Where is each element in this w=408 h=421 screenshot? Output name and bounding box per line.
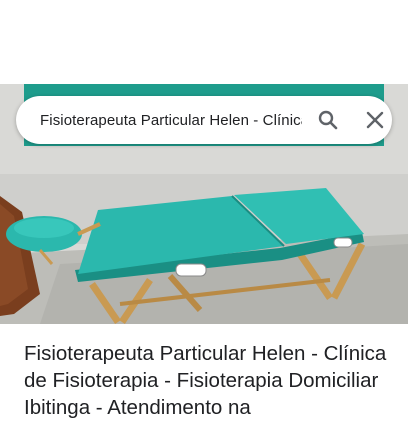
search-query-text[interactable]: Fisioterapeuta Particular Helen - Clínic… <box>40 112 302 129</box>
search-icon <box>318 110 337 130</box>
search-button[interactable] <box>310 100 345 140</box>
lens-search-bar[interactable]: Fisioterapeuta Particular Helen - Clínic… <box>16 96 392 144</box>
close-button[interactable] <box>357 100 392 140</box>
close-icon <box>366 111 383 129</box>
result-title[interactable]: Fisioterapeuta Particular Helen - Clínic… <box>24 340 394 421</box>
